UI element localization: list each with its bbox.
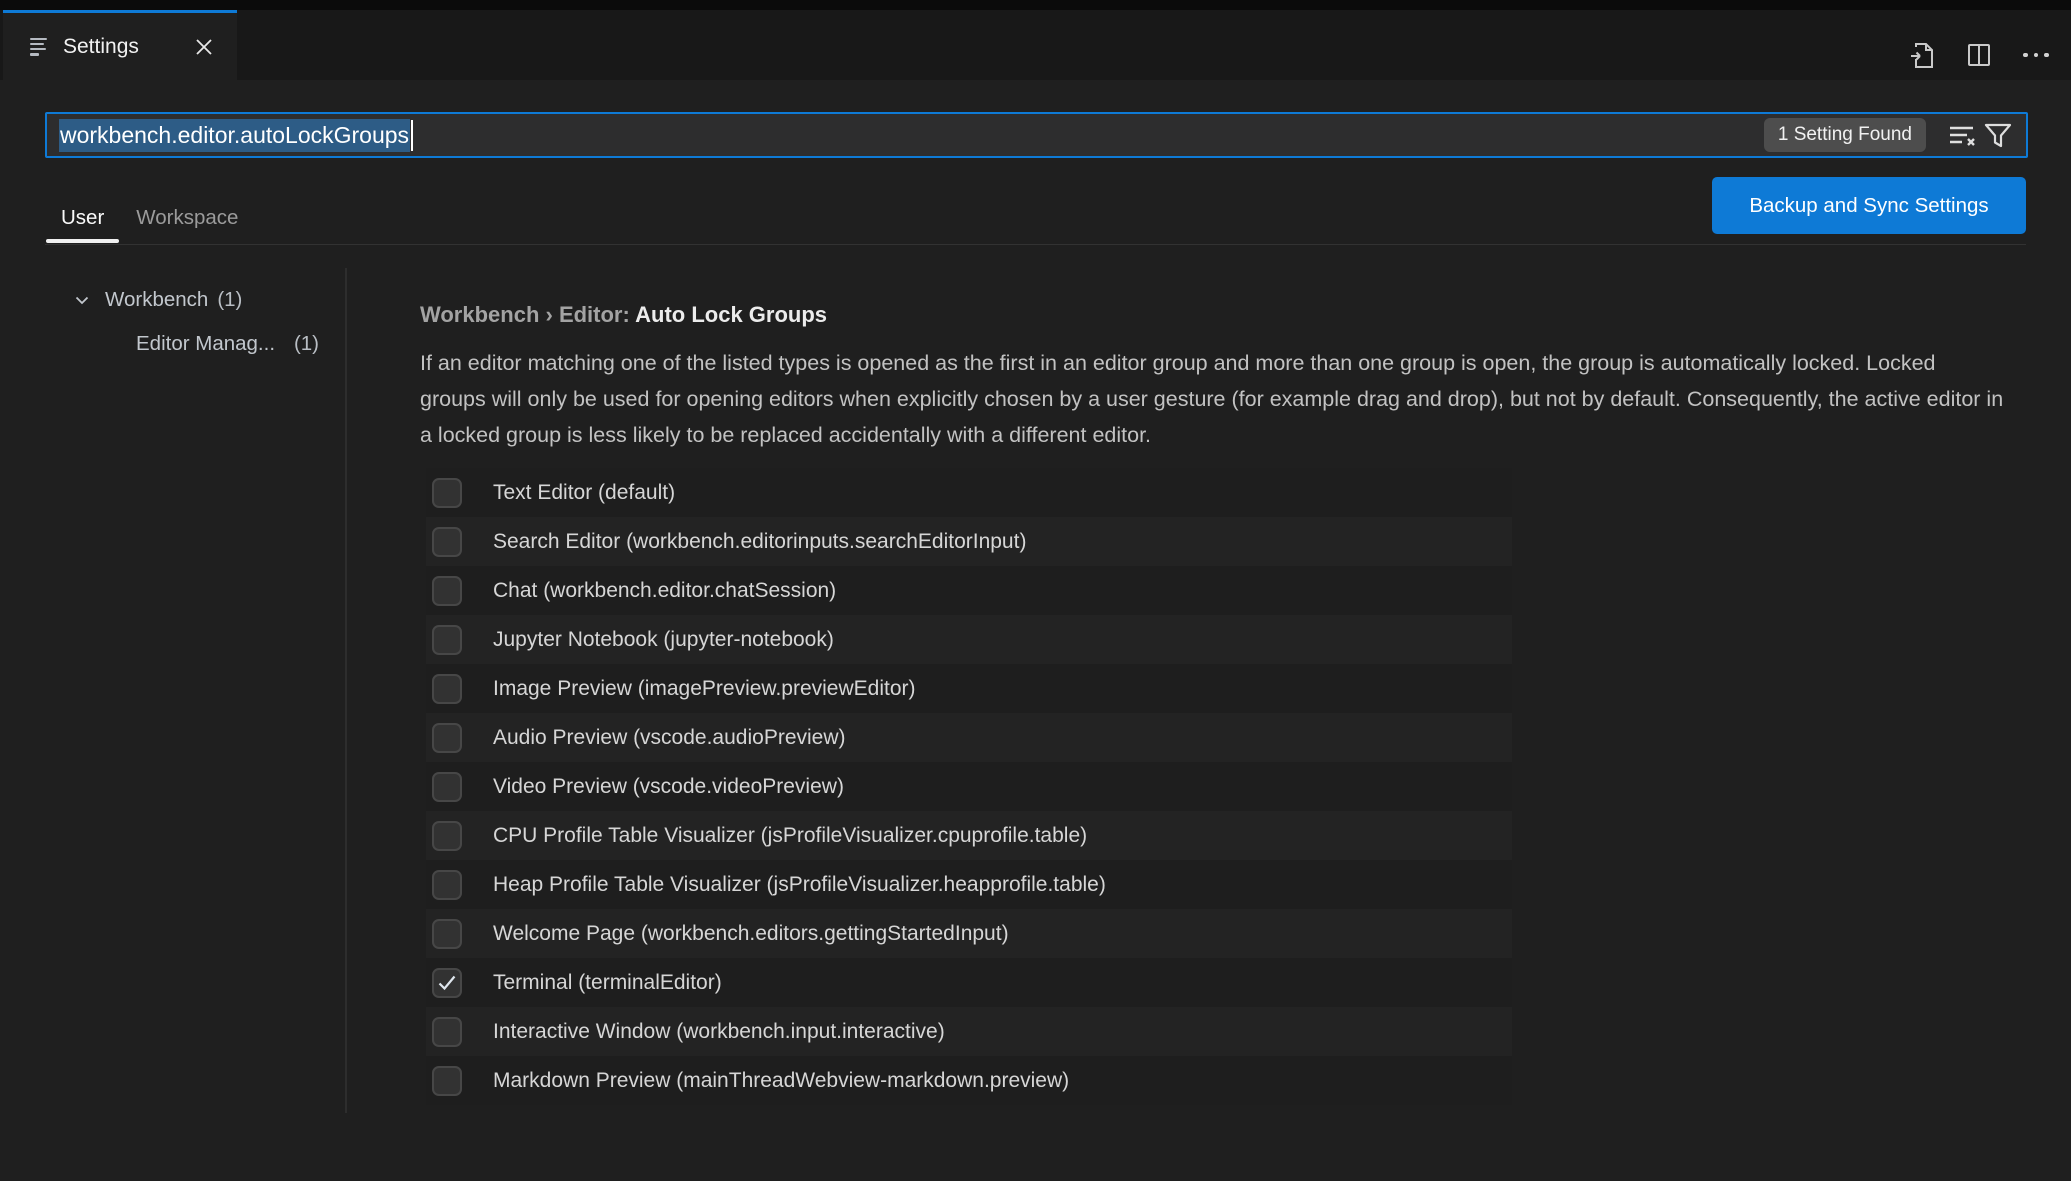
text-caret <box>411 119 414 151</box>
settings-list-icon <box>30 37 48 56</box>
tab-label: Settings <box>63 34 139 58</box>
option-row[interactable]: Terminal (terminalEditor) <box>426 958 1512 1007</box>
search-input-value: workbench.editor.autoLockGroups <box>59 118 411 152</box>
checkbox[interactable] <box>432 673 462 704</box>
split-editor-icon[interactable] <box>1964 40 1994 70</box>
option-row[interactable]: Markdown Preview (mainThreadWebview-mark… <box>426 1056 1512 1105</box>
checkbox[interactable] <box>432 477 462 508</box>
option-label: Video Preview (vscode.videoPreview) <box>493 774 844 798</box>
editor-title-actions <box>1907 20 2051 90</box>
checkbox[interactable] <box>432 771 462 802</box>
checkbox[interactable] <box>432 624 462 655</box>
checkbox[interactable] <box>432 722 462 753</box>
options-list: Text Editor (default) Search Editor (wor… <box>426 468 1512 1105</box>
settings-toc: Workbench (1) Editor Manag... (1) <box>45 278 345 366</box>
tab-settings[interactable]: Settings <box>3 10 237 80</box>
option-row[interactable]: Audio Preview (vscode.audioPreview) <box>426 713 1512 762</box>
option-label: Image Preview (imagePreview.previewEdito… <box>493 676 916 700</box>
checkbox[interactable] <box>432 1065 462 1096</box>
tab-user[interactable]: User <box>45 194 120 243</box>
setting-title: Workbench › Editor: Auto Lock Groups <box>420 302 827 328</box>
option-row[interactable]: Heap Profile Table Visualizer (jsProfile… <box>426 860 1512 909</box>
toc-divider <box>345 268 347 1113</box>
option-row[interactable]: Welcome Page (workbench.editors.gettingS… <box>426 909 1512 958</box>
window-top-strip <box>0 0 2071 10</box>
option-row[interactable]: Search Editor (workbench.editorinputs.se… <box>426 517 1512 566</box>
settings-search-input[interactable]: workbench.editor.autoLockGroups 1 Settin… <box>45 112 2028 158</box>
toc-item-workbench[interactable]: Workbench (1) <box>45 278 345 322</box>
editor-tab-bar: Settings <box>0 10 2071 80</box>
option-label: CPU Profile Table Visualizer (jsProfileV… <box>493 823 1088 847</box>
checkbox[interactable] <box>432 1016 462 1047</box>
chevron-down-icon[interactable] <box>72 290 92 310</box>
option-label: Chat (workbench.editor.chatSession) <box>493 578 837 602</box>
filter-icon[interactable] <box>1982 119 2014 151</box>
option-label: Interactive Window (workbench.input.inte… <box>493 1019 945 1043</box>
option-row[interactable]: Video Preview (vscode.videoPreview) <box>426 762 1512 811</box>
option-row[interactable]: CPU Profile Table Visualizer (jsProfileV… <box>426 811 1512 860</box>
results-count-badge: 1 Setting Found <box>1763 118 1926 152</box>
toc-item-label: Workbench <box>105 288 209 311</box>
open-settings-json-icon[interactable] <box>1907 40 1937 70</box>
option-label: Search Editor (workbench.editorinputs.se… <box>493 529 1027 553</box>
setting-name: Auto Lock Groups <box>635 302 828 327</box>
setting-breadcrumb: Workbench › Editor: <box>420 302 636 327</box>
toc-item-label: Editor Manag... <box>136 332 276 355</box>
option-row[interactable]: Jupyter Notebook (jupyter-notebook) <box>426 615 1512 664</box>
toc-item-count: (1) <box>293 332 319 355</box>
setting-description: If an editor matching one of the listed … <box>420 351 2004 448</box>
option-label: Welcome Page (workbench.editors.gettingS… <box>493 921 1009 945</box>
option-row[interactable]: Chat (workbench.editor.chatSession) <box>426 566 1512 615</box>
checkbox[interactable] <box>432 526 462 557</box>
option-label: Text Editor (default) <box>493 480 676 504</box>
more-actions-icon[interactable] <box>2021 40 2051 70</box>
tab-workspace[interactable]: Workspace <box>120 194 254 242</box>
option-row[interactable]: Interactive Window (workbench.input.inte… <box>426 1007 1512 1056</box>
option-label: Markdown Preview (mainThreadWebview-mark… <box>493 1068 1070 1092</box>
checkbox[interactable] <box>432 575 462 606</box>
checkmark-icon <box>438 975 456 990</box>
checkbox[interactable] <box>432 967 462 998</box>
checkbox[interactable] <box>432 869 462 900</box>
option-label: Jupyter Notebook (jupyter-notebook) <box>493 627 834 651</box>
toc-item-count: (1) <box>217 288 243 311</box>
option-row[interactable]: Text Editor (default) <box>426 468 1512 517</box>
settings-scope-tabs: User Workspace <box>45 194 254 243</box>
checkbox[interactable] <box>432 918 462 949</box>
clear-search-results-icon[interactable] <box>1945 119 1977 151</box>
toc-item-editor-management[interactable]: Editor Manag... (1) <box>45 322 345 366</box>
backup-and-sync-settings-button[interactable]: Backup and Sync Settings <box>1712 177 2026 234</box>
option-label: Terminal (terminalEditor) <box>493 970 722 994</box>
close-icon[interactable] <box>191 34 217 60</box>
checkbox[interactable] <box>432 820 462 851</box>
scope-divider <box>45 244 2026 245</box>
option-label: Audio Preview (vscode.audioPreview) <box>493 725 846 749</box>
option-label: Heap Profile Table Visualizer (jsProfile… <box>493 872 1106 896</box>
option-row[interactable]: Image Preview (imagePreview.previewEdito… <box>426 664 1512 713</box>
